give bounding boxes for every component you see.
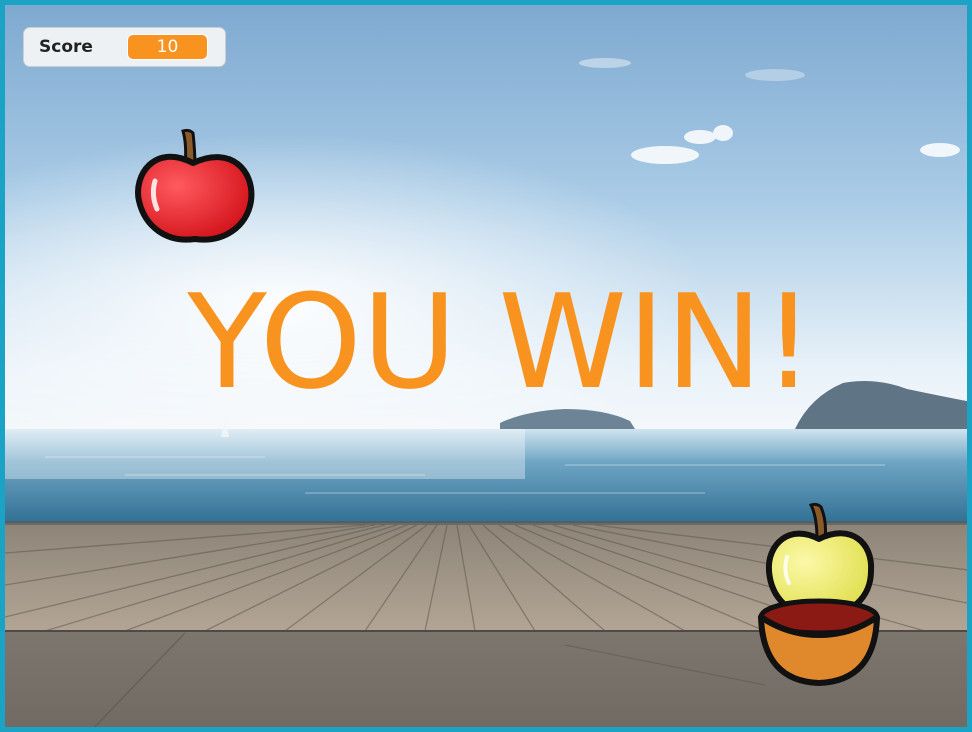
win-message: YOU WIN! (187, 266, 815, 418)
score-label: Score (39, 37, 93, 57)
score-value: 10 (127, 34, 208, 60)
game-stage[interactable]: YOU WIN! Score 10 (0, 0, 972, 732)
score-monitor: Score 10 (23, 27, 226, 67)
